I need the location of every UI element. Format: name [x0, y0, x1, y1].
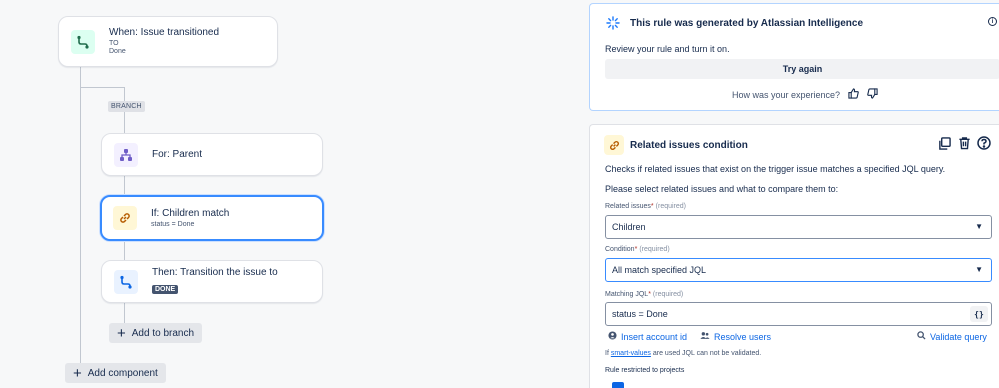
- insert-account-label: Insert account id: [621, 331, 688, 342]
- transition-icon: [114, 269, 138, 294]
- trigger-title: When: Issue transitioned: [109, 27, 220, 38]
- project-chip[interactable]: [612, 382, 624, 388]
- validate-query-link[interactable]: Validate query: [917, 331, 987, 342]
- hint-suffix: are used JQL can not be validated.: [652, 350, 762, 357]
- jql-value: status = Done: [612, 309, 668, 319]
- action-card[interactable]: Then: Transition the issue to DONE: [101, 260, 323, 303]
- condition-card[interactable]: If: Children match status = Done: [100, 195, 324, 241]
- branch-connector: [80, 87, 124, 88]
- add-to-branch-label: Add to branch: [131, 327, 195, 339]
- matching-jql-label-text: Matching JQL: [605, 291, 649, 298]
- people-icon: [700, 331, 710, 342]
- copy-icon[interactable]: [937, 136, 951, 150]
- matching-jql-label: Matching JQL* (required): [605, 291, 683, 298]
- info-icon[interactable]: i: [988, 17, 997, 26]
- smart-value-button[interactable]: {}: [970, 306, 988, 322]
- ai-panel: This rule was generated by Atlassian Int…: [589, 3, 999, 111]
- action-title: Then: Transition the issue to: [152, 267, 278, 278]
- user-icon: [608, 331, 617, 342]
- panel-toolbar: [937, 136, 991, 150]
- condition-value: All match specified JQL: [612, 265, 707, 275]
- rule-canvas: BRANCH When: Issue transitioned TO Done …: [0, 0, 580, 388]
- ai-panel-title: This rule was generated by Atlassian Int…: [630, 18, 864, 29]
- condition-sub: status = Done: [151, 220, 195, 228]
- trigger-to-label: TO: [109, 40, 119, 47]
- related-issues-value: Children: [612, 222, 646, 232]
- plus-icon: +: [73, 364, 82, 382]
- related-issues-label-text: Related issues: [605, 203, 651, 210]
- chevron-down-icon: ▼: [975, 265, 983, 274]
- add-component-label: Add component: [87, 367, 158, 379]
- related-issues-label: Related issues* (required): [605, 203, 686, 210]
- validate-query-label: Validate query: [930, 331, 987, 342]
- panel-title: Related issues condition: [630, 140, 748, 151]
- restricted-projects-label: Rule restricted to projects: [605, 367, 685, 374]
- condition-label-text: Condition: [605, 246, 635, 253]
- question-icon[interactable]: [977, 136, 991, 150]
- resolve-users-label: Resolve users: [714, 331, 772, 342]
- hint-prefix: If: [605, 350, 609, 357]
- required-marker: *: [634, 246, 638, 253]
- branch-card[interactable]: For: Parent: [101, 133, 323, 176]
- search-icon: [917, 331, 926, 342]
- required-hint: (required): [639, 246, 670, 253]
- trigger-status: Done: [109, 48, 126, 55]
- panel-instruction: Please select related issues and what to…: [605, 184, 839, 194]
- smart-values-link[interactable]: smart-values: [611, 350, 651, 357]
- condition-select[interactable]: All match specified JQL ▼: [605, 258, 992, 282]
- related-issues-select[interactable]: Children ▼: [605, 215, 992, 239]
- condition-label: Condition* (required): [605, 246, 670, 253]
- plus-icon: +: [117, 324, 126, 342]
- required-hint: (required): [655, 203, 687, 210]
- feedback-row: How was your experience?: [732, 88, 878, 101]
- thumbs-up-icon[interactable]: [848, 88, 859, 101]
- required-marker: *: [650, 203, 654, 210]
- panel-description: Checks if related issues that exist on t…: [605, 164, 946, 174]
- required-marker: *: [648, 291, 651, 298]
- trash-icon[interactable]: [957, 136, 971, 150]
- insert-account-link[interactable]: Insert account id: [608, 331, 687, 342]
- smart-values-hint: If smart-values are used JQL can not be …: [605, 350, 761, 357]
- main-connector: [80, 66, 81, 372]
- condition-title: If: Children match: [151, 207, 230, 219]
- branch-title: For: Parent: [152, 149, 203, 160]
- resolve-users-link[interactable]: Resolve users: [700, 331, 771, 342]
- hierarchy-icon: [114, 142, 138, 167]
- status-badge: DONE: [152, 285, 179, 294]
- transition-icon: [71, 29, 95, 54]
- thumbs-down-icon[interactable]: [867, 88, 878, 101]
- jql-input[interactable]: status = Done {}: [605, 302, 992, 326]
- condition-config-panel: Related issues condition Checks if relat…: [589, 124, 999, 388]
- feedback-question: How was your experience?: [732, 89, 841, 100]
- branch-tag: BRANCH: [108, 101, 145, 112]
- trigger-card[interactable]: When: Issue transitioned TO Done: [58, 16, 278, 67]
- try-again-button[interactable]: Try again: [605, 59, 999, 79]
- ai-panel-description: Review your rule and turn it on.: [605, 44, 730, 54]
- add-component-button[interactable]: + Add component: [65, 363, 166, 383]
- add-to-branch-button[interactable]: + Add to branch: [109, 323, 203, 343]
- link-icon: [604, 135, 624, 155]
- link-icon: [113, 206, 137, 230]
- sparkle-icon: [606, 16, 620, 35]
- chevron-down-icon: ▼: [975, 222, 983, 231]
- required-hint: (required): [652, 291, 684, 298]
